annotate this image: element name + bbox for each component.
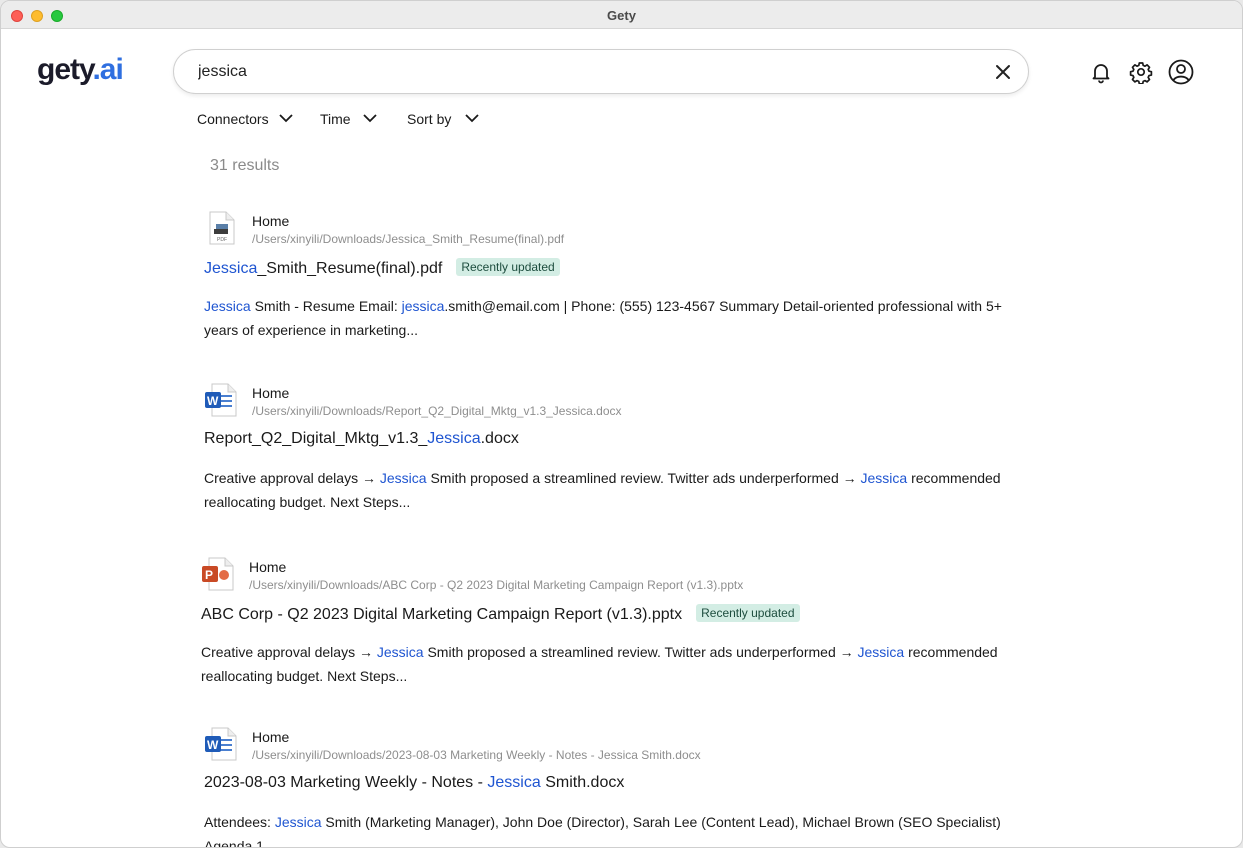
result-snippet: Creative approval delays → Jessica Smith… bbox=[204, 466, 1014, 514]
sort-by-dropdown[interactable]: Sort by bbox=[407, 111, 479, 127]
recently-updated-badge: Recently updated bbox=[456, 258, 560, 276]
result-path: /Users/xinyili/Downloads/2023-08-03 Mark… bbox=[252, 748, 701, 762]
result-title[interactable]: 2023-08-03 Marketing Weekly - Notes - Je… bbox=[204, 774, 624, 792]
filter-label: Connectors bbox=[197, 111, 269, 127]
result-snippet: Creative approval delays → Jessica Smith… bbox=[201, 640, 1011, 688]
pdf-file-icon: PDF bbox=[209, 211, 235, 245]
chevron-down-icon bbox=[279, 114, 293, 123]
clear-search-icon[interactable] bbox=[994, 63, 1012, 81]
chevron-down-icon bbox=[363, 114, 377, 123]
snippet-text: Smith proposed a streamlined review. Twi… bbox=[423, 644, 858, 660]
title-highlight: Jessica bbox=[427, 430, 481, 447]
snippet-highlight: jessica bbox=[401, 298, 445, 314]
logo-text-main: gety bbox=[37, 53, 93, 86]
results-count: 31 results bbox=[210, 157, 280, 174]
svg-text:W: W bbox=[207, 738, 219, 752]
title-text: _Smith_Resume(final).pdf bbox=[257, 260, 443, 277]
snippet-highlight: Jessica bbox=[204, 298, 251, 314]
title-text: 2023-08-03 Marketing Weekly - Notes - bbox=[204, 774, 488, 791]
title-bar: Gety bbox=[1, 1, 1242, 29]
search-input[interactable] bbox=[198, 61, 958, 83]
word-file-icon: W bbox=[205, 727, 237, 761]
svg-text:P: P bbox=[205, 568, 213, 582]
title-highlight: Jessica bbox=[204, 260, 258, 277]
filter-label: Sort by bbox=[407, 111, 452, 127]
powerpoint-file-icon: P bbox=[202, 557, 234, 591]
filter-label: Time bbox=[320, 111, 351, 127]
result-title[interactable]: Jessica_Smith_Resume(final).pdf Recently … bbox=[204, 258, 560, 278]
snippet-text: Attendees: bbox=[204, 814, 275, 830]
connectors-filter-dropdown[interactable]: Connectors bbox=[197, 111, 293, 127]
search-bar bbox=[173, 49, 1029, 94]
svg-text:W: W bbox=[207, 394, 219, 408]
word-file-icon: W bbox=[205, 383, 237, 417]
recently-updated-badge: Recently updated bbox=[696, 604, 800, 622]
title-text: Smith.docx bbox=[540, 774, 625, 791]
title-text: .docx bbox=[480, 430, 519, 447]
title-text: ABC Corp - Q2 2023 Digital Marketing Cam… bbox=[201, 606, 683, 623]
result-snippet: Attendees: Jessica Smith (Marketing Mana… bbox=[204, 810, 1014, 848]
app-window: Gety gety.ai Connectors Time Sort by bbox=[0, 0, 1243, 848]
result-path: /Users/xinyili/Downloads/Report_Q2_Digit… bbox=[252, 404, 622, 418]
snippet-highlight: Jessica bbox=[860, 470, 908, 486]
result-location: Home bbox=[249, 559, 287, 575]
snippet-text: Smith - Resume Email: bbox=[250, 298, 402, 314]
title-text: Report_Q2_Digital_Mktg_v1.3_ bbox=[204, 430, 428, 447]
snippet-highlight: Jessica bbox=[857, 644, 905, 660]
chevron-down-icon bbox=[465, 114, 479, 123]
gear-icon[interactable] bbox=[1129, 60, 1153, 84]
user-profile-icon[interactable] bbox=[1168, 59, 1194, 85]
time-filter-dropdown[interactable]: Time bbox=[320, 111, 377, 127]
snippet-highlight: Jessica bbox=[274, 814, 322, 830]
snippet-text: Smith (Marketing Manager), John Doe (Dir… bbox=[204, 814, 1001, 848]
snippet-highlight: Jessica bbox=[379, 470, 427, 486]
svg-text:PDF: PDF bbox=[217, 237, 227, 243]
gety-logo[interactable]: gety.ai bbox=[37, 53, 124, 93]
result-title[interactable]: ABC Corp - Q2 2023 Digital Marketing Cam… bbox=[201, 604, 800, 624]
snippet-highlight: Jessica bbox=[376, 644, 424, 660]
result-title[interactable]: Report_Q2_Digital_Mktg_v1.3_Jessica.docx bbox=[204, 430, 519, 448]
result-location: Home bbox=[252, 385, 290, 401]
result-snippet: Jessica Smith - Resume Email: jessica.sm… bbox=[204, 294, 1014, 342]
bell-icon[interactable] bbox=[1089, 60, 1113, 84]
logo-text-ai: .ai bbox=[92, 53, 123, 86]
window-title: Gety bbox=[607, 8, 636, 23]
snippet-text: Creative approval delays → bbox=[204, 470, 380, 486]
result-location: Home bbox=[252, 213, 290, 229]
result-location: Home bbox=[252, 729, 290, 745]
result-path: /Users/xinyili/Downloads/ABC Corp - Q2 2… bbox=[249, 578, 744, 592]
result-path: /Users/xinyili/Downloads/Jessica_Smith_R… bbox=[252, 232, 565, 246]
title-highlight: Jessica bbox=[487, 774, 541, 791]
snippet-text: Creative approval delays → bbox=[201, 644, 377, 660]
snippet-text: Smith proposed a streamlined review. Twi… bbox=[426, 470, 861, 486]
